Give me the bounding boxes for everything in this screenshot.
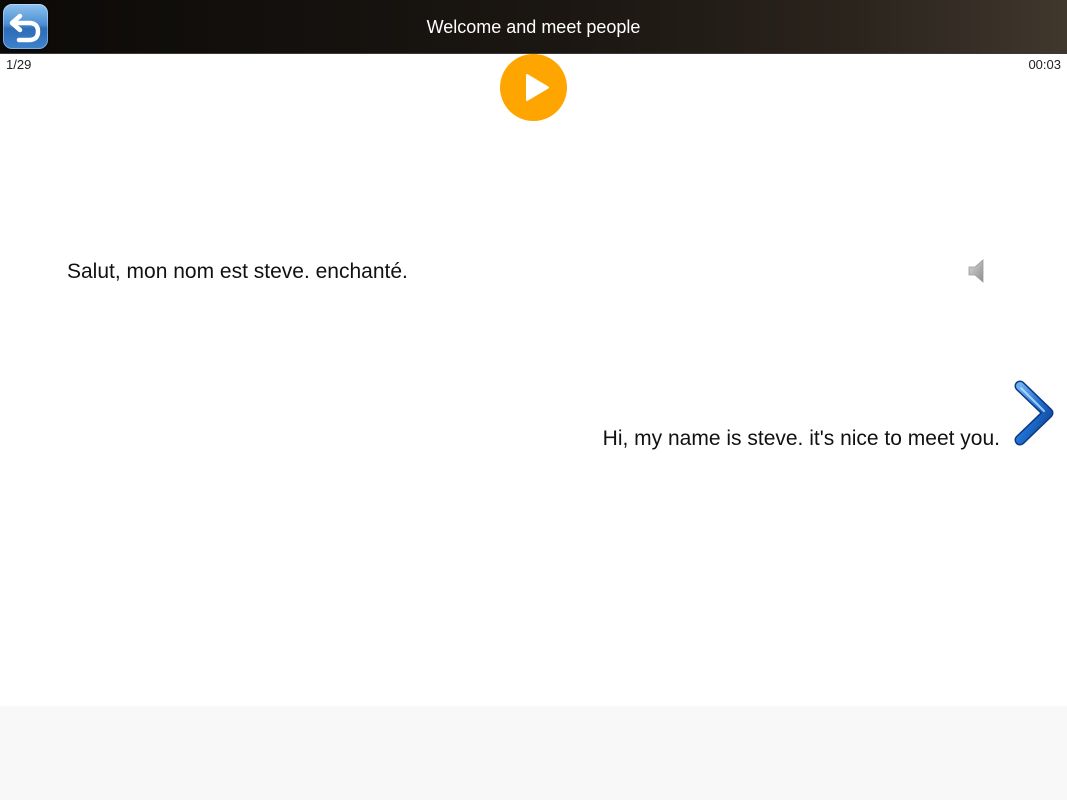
source-phrase: Salut, mon nom est steve. enchanté. bbox=[67, 260, 408, 283]
phrase-counter: 1/29 bbox=[6, 57, 32, 72]
page-title: Welcome and meet people bbox=[426, 17, 641, 37]
chevron-right-icon bbox=[1014, 380, 1054, 446]
play-button[interactable] bbox=[500, 54, 567, 121]
next-button[interactable] bbox=[1010, 380, 1058, 446]
play-icon bbox=[526, 74, 549, 101]
translation-phrase: Hi, my name is steve. it's nice to meet … bbox=[602, 427, 1000, 450]
speaker-icon[interactable] bbox=[966, 258, 990, 284]
footer-area bbox=[0, 706, 1067, 800]
lesson-screen: Welcome and meet people 1/29 00:03 Salut… bbox=[0, 0, 1067, 800]
title-bar: Welcome and meet people bbox=[0, 0, 1067, 54]
elapsed-timer: 00:03 bbox=[1028, 57, 1061, 72]
